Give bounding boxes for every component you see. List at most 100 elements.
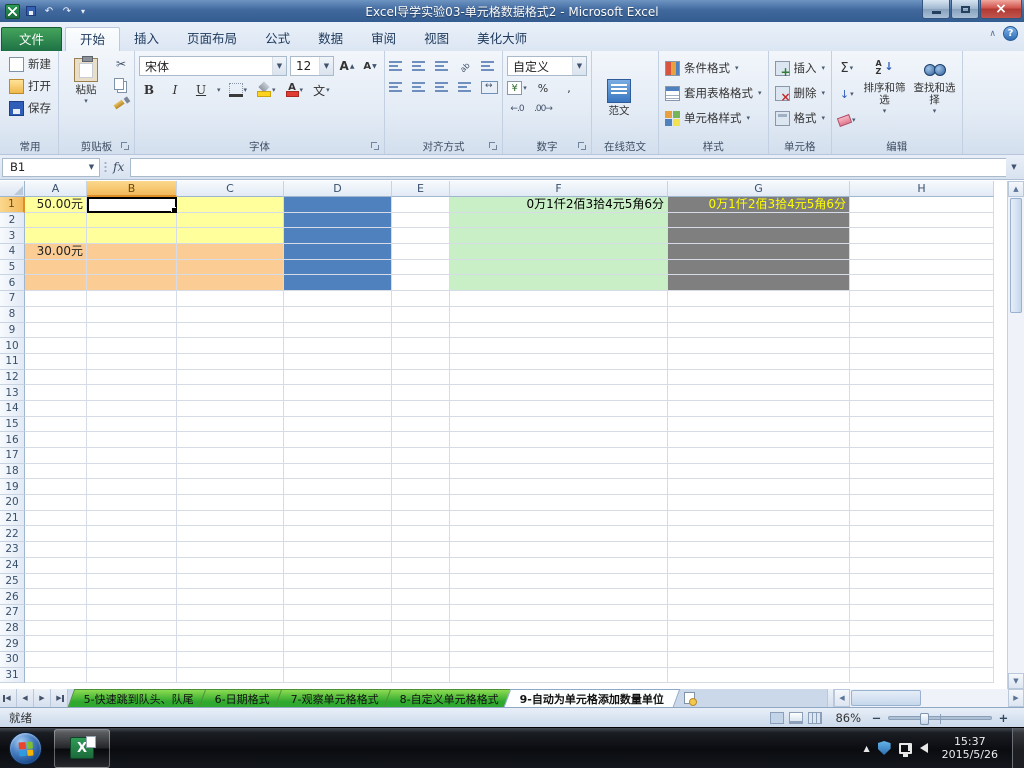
cell-H3[interactable] <box>850 228 994 245</box>
row-header-27[interactable]: 27 <box>0 604 25 621</box>
chevron-down-icon[interactable]: ▾ <box>217 86 221 94</box>
page-break-view-button[interactable] <box>808 711 823 724</box>
cell-B8[interactable] <box>87 306 177 323</box>
cell-E14[interactable] <box>392 400 450 417</box>
row-header-8[interactable]: 8 <box>0 306 25 323</box>
cell-G14[interactable] <box>668 400 850 417</box>
cell-A13[interactable] <box>25 385 87 401</box>
cell-B19[interactable] <box>87 479 177 496</box>
cell-A9[interactable] <box>25 322 87 339</box>
row-header-1[interactable]: 1 <box>0 197 25 213</box>
cell-B6[interactable] <box>87 275 177 292</box>
new-button[interactable]: 新建 <box>6 54 54 74</box>
paste-button[interactable]: 粘贴 ▾ <box>63 54 109 105</box>
row-header-11[interactable]: 11 <box>0 353 25 370</box>
cell-F15[interactable] <box>450 416 668 433</box>
cell-B10[interactable] <box>87 338 177 354</box>
cell-B28[interactable] <box>87 620 177 637</box>
name-box[interactable]: B1 ▼ <box>2 157 100 177</box>
comma-style-button[interactable]: , <box>559 79 579 97</box>
cell-C23[interactable] <box>177 542 284 558</box>
cell-F8[interactable] <box>450 306 668 323</box>
last-sheet-button[interactable]: ▶ <box>51 689 68 707</box>
cell-A12[interactable] <box>25 369 87 386</box>
cell-C7[interactable] <box>177 291 284 307</box>
cell-G1[interactable]: 0万1仟2佰3拾4元5角6分 <box>668 197 850 213</box>
dialog-launcher-icon[interactable] <box>578 142 587 151</box>
font-name-select[interactable]: 宋体 ▼ <box>139 56 287 76</box>
cell-D31[interactable] <box>284 667 392 684</box>
scroll-up-icon[interactable]: ▲ <box>1008 181 1024 197</box>
fill-color-button[interactable]: ▾ <box>255 80 278 100</box>
qat-customize-icon[interactable]: ▾ <box>78 4 88 18</box>
formula-input[interactable] <box>130 157 1006 177</box>
row-header-30[interactable]: 30 <box>0 651 25 668</box>
cell-A18[interactable] <box>25 463 87 480</box>
cell-E3[interactable] <box>392 228 450 245</box>
cell-A19[interactable] <box>25 479 87 496</box>
accounting-format-button[interactable]: ¥ ▾ <box>507 79 527 97</box>
cell-H23[interactable] <box>850 542 994 558</box>
cell-D24[interactable] <box>284 557 392 574</box>
column-header-H[interactable]: H <box>850 181 994 197</box>
cell-C26[interactable] <box>177 589 284 605</box>
cell-D14[interactable] <box>284 400 392 417</box>
copy-icon[interactable] <box>112 76 130 91</box>
cell-A28[interactable] <box>25 620 87 637</box>
cell-G2[interactable] <box>668 212 850 229</box>
close-button[interactable]: × <box>980 0 1022 19</box>
cell-E8[interactable] <box>392 306 450 323</box>
cell-C30[interactable] <box>177 651 284 668</box>
cell-D15[interactable] <box>284 416 392 433</box>
cell-H5[interactable] <box>850 259 994 276</box>
cell-F22[interactable] <box>450 526 668 543</box>
row-header-24[interactable]: 24 <box>0 557 25 574</box>
cell-E2[interactable] <box>392 212 450 229</box>
fx-icon[interactable]: fx <box>113 160 124 174</box>
column-header-F[interactable]: F <box>450 181 668 197</box>
cell-B23[interactable] <box>87 542 177 558</box>
cell-B18[interactable] <box>87 463 177 480</box>
volume-icon[interactable] <box>907 743 928 753</box>
wrap-text-icon[interactable] <box>481 60 498 73</box>
row-header-7[interactable]: 7 <box>0 291 25 307</box>
cell-G5[interactable] <box>668 259 850 276</box>
cell-A22[interactable] <box>25 526 87 543</box>
formula-bar-expand-icon[interactable]: ▼ <box>1006 163 1022 171</box>
cell-C3[interactable] <box>177 228 284 245</box>
align-center-icon[interactable] <box>412 81 429 94</box>
format-as-table-button[interactable]: 套用表格格式 ▾ <box>663 83 764 103</box>
cell-F4[interactable] <box>450 244 668 260</box>
cell-D19[interactable] <box>284 479 392 496</box>
cell-styles-button[interactable]: 单元格样式 ▾ <box>663 108 764 128</box>
cell-D27[interactable] <box>284 604 392 621</box>
dialog-launcher-icon[interactable] <box>121 142 130 151</box>
cell-H15[interactable] <box>850 416 994 433</box>
ribbon-tab-review[interactable]: 审阅 <box>357 27 410 51</box>
ribbon-tab-view[interactable]: 视图 <box>410 27 463 51</box>
cell-B11[interactable] <box>87 353 177 370</box>
cell-G13[interactable] <box>668 385 850 401</box>
zoom-slider-thumb[interactable] <box>919 712 929 725</box>
percent-style-button[interactable]: % <box>533 79 553 97</box>
row-header-4[interactable]: 4 <box>0 244 25 260</box>
cell-H13[interactable] <box>850 385 994 401</box>
page-layout-view-button[interactable] <box>789 711 804 724</box>
cell-A7[interactable] <box>25 291 87 307</box>
dialog-launcher-icon[interactable] <box>489 142 498 151</box>
cell-G4[interactable] <box>668 244 850 260</box>
row-header-22[interactable]: 22 <box>0 526 25 543</box>
cell-E12[interactable] <box>392 369 450 386</box>
scroll-down-icon[interactable]: ▼ <box>1008 673 1024 689</box>
cell-H9[interactable] <box>850 322 994 339</box>
row-header-3[interactable]: 3 <box>0 228 25 245</box>
zoom-out-button[interactable]: − <box>870 711 883 725</box>
horizontal-scroll-track[interactable] <box>850 690 1008 706</box>
select-all-corner[interactable] <box>0 181 25 197</box>
cell-G28[interactable] <box>668 620 850 637</box>
cell-C1[interactable] <box>177 197 284 213</box>
cell-H6[interactable] <box>850 275 994 292</box>
row-header-29[interactable]: 29 <box>0 636 25 652</box>
cell-H7[interactable] <box>850 291 994 307</box>
cell-G9[interactable] <box>668 322 850 339</box>
